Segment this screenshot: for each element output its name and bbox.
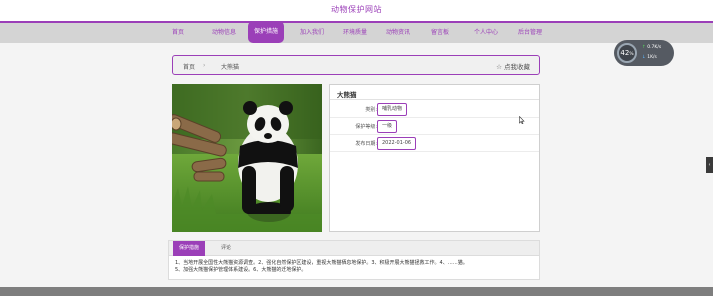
detail-row-publish-date: 发布日期: 2022-01-06 [330,135,539,152]
download-arrow-icon: ↓ [642,55,646,60]
breadcrumb: 首页 › 大熊猫 ☆ 点我收藏 [172,55,540,75]
nav-admin[interactable]: 后台管理 [518,23,542,43]
nav-protection-measures[interactable]: 保护措施 [248,21,285,43]
protection-measures-text: 1、当地开展全国性大熊猫资源调查。2、强化自然保护区建设，重视大熊猫栖息地保护。… [175,260,468,273]
upload-speed: ↑ 0.7K/s [642,45,662,50]
download-speed: ↓ 1K/s [642,55,657,60]
detail-label-protection-level: 保护等级: [355,124,377,130]
detail-row-protection-level: 保护等级: 一级 [330,118,539,135]
main-nav: 首页 动物信息 保护措施 加入我们 环境质量 动物资讯 留言板 个人中心 后台管… [0,21,713,43]
detail-tabs: 保护措施 评论 1、当地开展全国性大熊猫资源调查。2、强化自然保护区建设，重视大… [168,240,540,280]
chevron-left-icon: ‹ [708,162,711,168]
side-panel-toggle[interactable]: ‹ [706,157,713,173]
nav-message-board[interactable]: 留言板 [431,23,449,43]
nav-animal-info[interactable]: 动物信息 [212,23,236,43]
animal-name-heading: 大熊猫 [330,85,539,100]
site-title: 动物保护网站 [331,5,382,14]
bottom-bar [0,287,713,296]
site-header: 动物保护网站 [0,0,713,21]
detail-label-publish-date: 发布日期: [355,141,377,147]
network-speed-widget[interactable]: 42% ↑ 0.7K/s ↓ 1K/s [614,40,674,66]
favorite-button[interactable]: ☆ 点我收藏 [496,61,530,71]
detail-label-category: 类别: [365,107,377,113]
cpu-percent: 42% [617,43,637,63]
tab-protection-measures[interactable]: 保护措施 [173,241,206,256]
detail-value-category: 哺乳动物 [377,103,408,116]
tab-comments[interactable]: 评论 [215,241,237,256]
nav-animal-news[interactable]: 动物资讯 [386,23,410,43]
nav-user-center[interactable]: 个人中心 [474,23,498,43]
breadcrumb-separator: › [203,62,206,69]
panda-illustration [172,84,322,232]
detail-value-publish-date: 2022-01-06 [377,137,417,150]
detail-row-category: 类别: 哺乳动物 [330,101,539,118]
nav-environment-quality[interactable]: 环境质量 [343,23,367,43]
breadcrumb-current: 大熊猫 [221,64,240,71]
breadcrumb-home-link[interactable]: 首页 [183,62,195,71]
mouse-cursor-icon [519,116,525,124]
tab-bar: 保护措施 评论 [169,241,539,256]
nav-home[interactable]: 首页 [172,23,184,43]
panda-photo [172,84,322,232]
animal-detail-panel: 大熊猫 类别: 哺乳动物 保护等级: 一级 发布日期: 2022-01-06 [329,84,540,232]
detail-value-protection-level: 一级 [377,120,398,133]
nav-join-us[interactable]: 加入我们 [300,23,324,43]
upload-arrow-icon: ↑ [642,45,646,50]
